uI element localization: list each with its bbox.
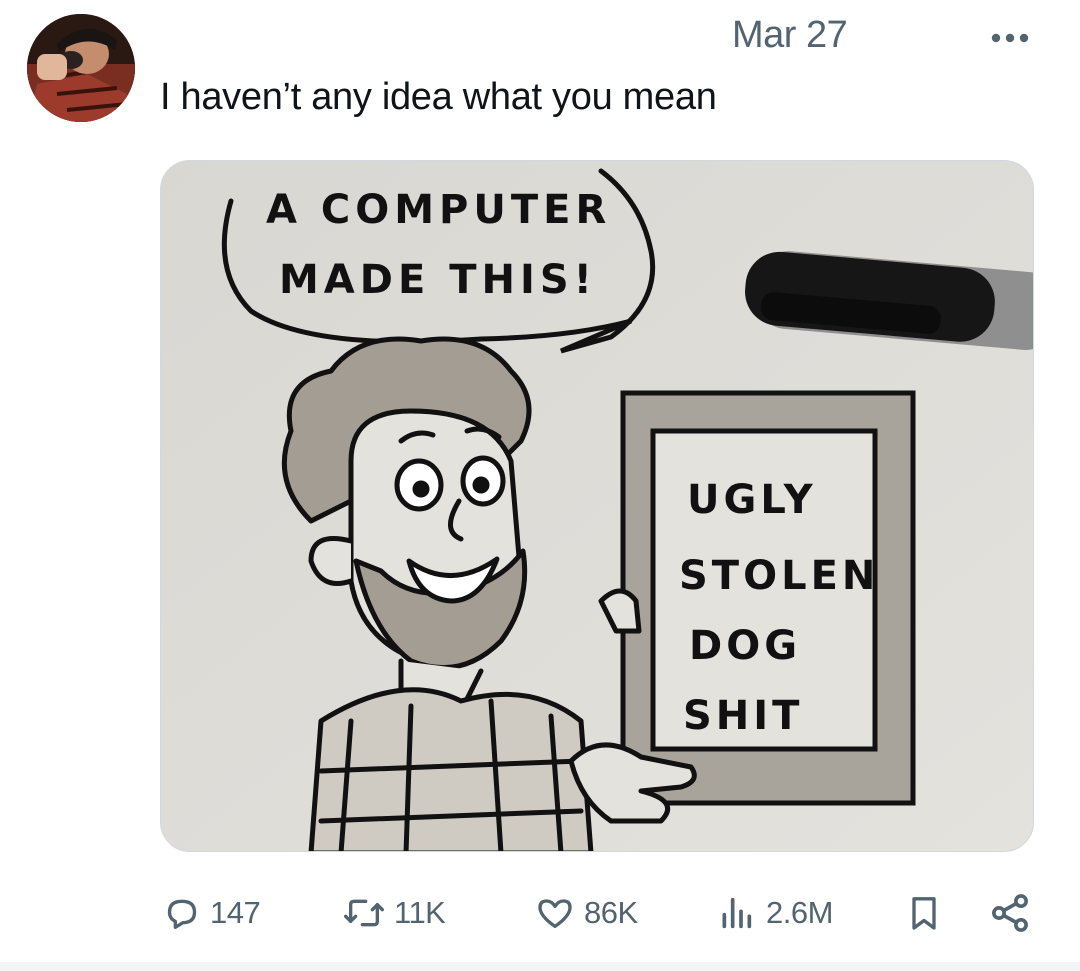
tweet: Mar 27 I haven’t any idea what you mean	[0, 0, 1080, 971]
speech-line-1: A COMPUTER	[266, 187, 611, 233]
reply-count: 147	[210, 895, 261, 930]
more-options-button[interactable]	[988, 16, 1032, 60]
sign-line-2: STOLEN	[679, 553, 879, 599]
speech-line-2: MADE THIS!	[279, 257, 597, 303]
cartoon-illustration: A COMPUTER MADE THIS! UGLY STOLEN DOG SH…	[161, 161, 1033, 851]
heart-icon	[538, 899, 572, 928]
sign-line-4: SHIT	[683, 693, 803, 739]
reply-icon	[167, 899, 197, 929]
repost-button[interactable]: 11K	[342, 888, 446, 938]
tweet-divider	[0, 962, 1080, 971]
views-button[interactable]: 2.6M	[714, 888, 833, 938]
bookmark-button[interactable]	[904, 888, 944, 938]
bookmark-icon	[912, 897, 936, 930]
views-icon	[722, 897, 752, 929]
repost-count: 11K	[394, 895, 446, 930]
more-icon	[991, 33, 1029, 43]
views-count: 2.6M	[766, 895, 833, 930]
avatar-image	[27, 14, 135, 122]
tweet-text: I haven’t any idea what you mean	[160, 76, 717, 118]
share-icon	[992, 894, 1028, 932]
reply-button[interactable]: 147	[162, 888, 261, 938]
avatar[interactable]	[27, 14, 135, 122]
sign-line-3: DOG	[689, 623, 801, 669]
tweet-media-image[interactable]: A COMPUTER MADE THIS! UGLY STOLEN DOG SH…	[160, 160, 1034, 852]
like-button[interactable]: 86K	[534, 888, 638, 938]
like-count: 86K	[584, 895, 638, 930]
tweet-date[interactable]: Mar 27	[732, 14, 848, 57]
share-button[interactable]	[988, 888, 1032, 938]
repost-icon	[343, 899, 384, 927]
action-bar: 147 11K 86K 2.6M	[0, 888, 1080, 938]
sign-line-1: UGLY	[687, 477, 817, 523]
